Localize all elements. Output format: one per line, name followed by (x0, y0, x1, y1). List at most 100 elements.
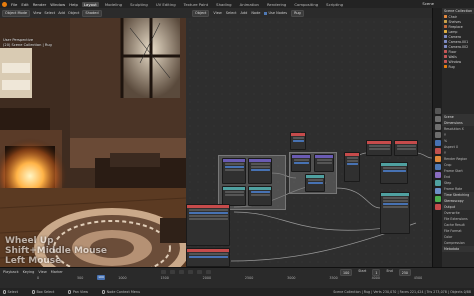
jump-start-icon[interactable] (160, 269, 166, 274)
tool-tab-icon[interactable] (435, 108, 441, 114)
workspace-tab-modeling[interactable]: Modeling (103, 2, 124, 7)
timeline-tick-label: 2500 (244, 276, 254, 280)
node-editor-header: Object View Select Add Node Use Nodes Ru… (186, 8, 432, 18)
workspace-tab-rendering[interactable]: Rendering (265, 2, 288, 7)
menu-render[interactable]: Render (33, 2, 47, 7)
particles-tab-icon[interactable] (435, 172, 441, 178)
status-hint-pan: Pan View (68, 290, 88, 294)
object-type-icon (444, 55, 447, 58)
prev-keyframe-icon[interactable] (169, 269, 175, 274)
menu-edit[interactable]: Edit (21, 2, 28, 7)
object-type-icon (444, 65, 447, 68)
object-type-icon (444, 20, 447, 23)
modifier-tab-icon[interactable] (435, 164, 441, 170)
end-frame-field[interactable]: 250 (398, 269, 412, 276)
workspace-tab-sculpting[interactable]: Sculpting (128, 2, 150, 7)
current-frame-field[interactable]: 100 (340, 269, 353, 276)
data-tab-icon[interactable] (435, 196, 441, 202)
play-reverse-icon[interactable] (178, 269, 184, 274)
shader-node[interactable] (186, 204, 230, 246)
use-nodes-toggle[interactable]: Use Nodes (264, 11, 287, 15)
input-overlay: Wheel Up Shift+Middle Mouse Left Mouse (5, 236, 107, 266)
object-type-icon (444, 15, 447, 18)
shader-node[interactable] (380, 192, 410, 234)
shader-node[interactable] (366, 140, 392, 156)
node-menu-node[interactable]: Node (251, 11, 260, 15)
shader-node[interactable] (248, 186, 272, 206)
outliner[interactable]: Scene Collection Chair Shelves Fireplace La… (442, 8, 474, 114)
viewport-menu-add[interactable]: Add (58, 11, 65, 15)
timeline-ruler[interactable] (0, 276, 474, 282)
shader-node[interactable] (314, 154, 334, 172)
status-hint-pan-label: Pan View (72, 290, 89, 294)
workspace-tab-scripting[interactable]: Scripting (324, 2, 345, 7)
shader-node[interactable] (248, 158, 272, 184)
status-bar: Select Box Select Pan View Node Context … (0, 288, 474, 296)
shader-node[interactable] (291, 154, 311, 172)
workspace-tab-uv-editing[interactable]: UV Editing (154, 2, 178, 7)
world-tab-icon[interactable] (435, 148, 441, 154)
timeline-menu-playback[interactable]: Playback (3, 270, 19, 274)
timeline[interactable]: Playback Keying View Marker 100 Start 1 … (0, 267, 474, 288)
node-menu-select[interactable]: Select (226, 11, 237, 15)
shader-node[interactable] (380, 162, 408, 184)
menu-window[interactable]: Window (50, 2, 65, 7)
object-tab-icon[interactable] (435, 156, 441, 162)
viewport-menu-view[interactable]: View (33, 11, 41, 15)
shader-node[interactable] (290, 132, 306, 150)
render-tab-icon[interactable] (435, 116, 441, 122)
shader-node[interactable] (186, 248, 230, 267)
overlay-line-2: Shift+Middle Mouse (5, 246, 107, 256)
mode-dropdown[interactable]: Object Mode (2, 9, 31, 17)
shader-node[interactable] (222, 158, 246, 184)
outliner-item[interactable]: Rug (442, 64, 474, 69)
shader-node[interactable] (344, 152, 360, 182)
timeline-menu-keying[interactable]: Keying (23, 270, 35, 274)
shader-node[interactable] (394, 140, 418, 156)
play-icon[interactable] (187, 269, 193, 274)
properties-panel[interactable]: Scene Dimensions Resolution X Y% Aspect XYR… (442, 114, 474, 267)
end-label: End (386, 269, 393, 273)
playhead[interactable]: 100 (97, 274, 105, 280)
material-selector[interactable]: Rug (291, 9, 304, 17)
timeline-tick-label: 3500 (329, 276, 338, 280)
menu-help[interactable]: Help (69, 2, 78, 7)
material-tab-icon[interactable] (435, 204, 441, 210)
shading-dropdown[interactable]: Shaded (82, 9, 102, 17)
timeline-menu-marker[interactable]: Marker (51, 270, 63, 274)
workspace-tab-shading[interactable]: Shading (214, 2, 233, 7)
physics-tab-icon[interactable] (435, 180, 441, 186)
workspace-tab-texture-paint[interactable]: Texture Paint (182, 2, 211, 7)
menu-file[interactable]: File (11, 2, 17, 7)
node-menu-add[interactable]: Add (241, 11, 248, 15)
status-hint-select: Select (3, 290, 18, 294)
scene-tab-icon[interactable] (435, 140, 441, 146)
start-frame-field[interactable]: 1 (372, 269, 381, 276)
outliner-item-label: Camera.001 (448, 39, 469, 44)
blender-logo-icon[interactable] (2, 1, 7, 7)
jump-end-icon[interactable] (205, 269, 211, 274)
object-type-icon (444, 25, 447, 28)
workspace-tab-animation[interactable]: Animation (238, 2, 261, 7)
node-object-dropdown[interactable]: Object (192, 9, 210, 17)
workspace-tab-layout[interactable]: Layout (81, 1, 99, 7)
constraints-tab-icon[interactable] (435, 188, 441, 194)
viewport-collection-label: (20) Scene Collection | Rug (3, 43, 52, 47)
properties-section-header[interactable]: Metadata (442, 246, 474, 252)
scene-render-image (0, 18, 186, 267)
node-menu-view[interactable]: View (213, 11, 221, 15)
workspace-tab-compositing[interactable]: Compositing (292, 2, 320, 7)
3d-viewport[interactable]: User Perspective (20) Scene Collection |… (0, 18, 186, 267)
outliner-item-label: Camera (448, 34, 462, 39)
viewport-menu-object[interactable]: Object (68, 11, 79, 15)
shader-node[interactable] (222, 186, 246, 206)
scene-selector[interactable]: Scene (422, 1, 434, 6)
output-tab-icon[interactable] (435, 124, 441, 130)
viewport-menu-select[interactable]: Select (44, 11, 55, 15)
timeline-menu-view[interactable]: View (38, 270, 46, 274)
shader-node-editor[interactable] (186, 18, 432, 267)
view-layer-tab-icon[interactable] (435, 132, 441, 138)
status-hint-box-select: Box Select (31, 290, 54, 294)
next-keyframe-icon[interactable] (196, 269, 202, 274)
shader-node[interactable] (305, 174, 325, 192)
